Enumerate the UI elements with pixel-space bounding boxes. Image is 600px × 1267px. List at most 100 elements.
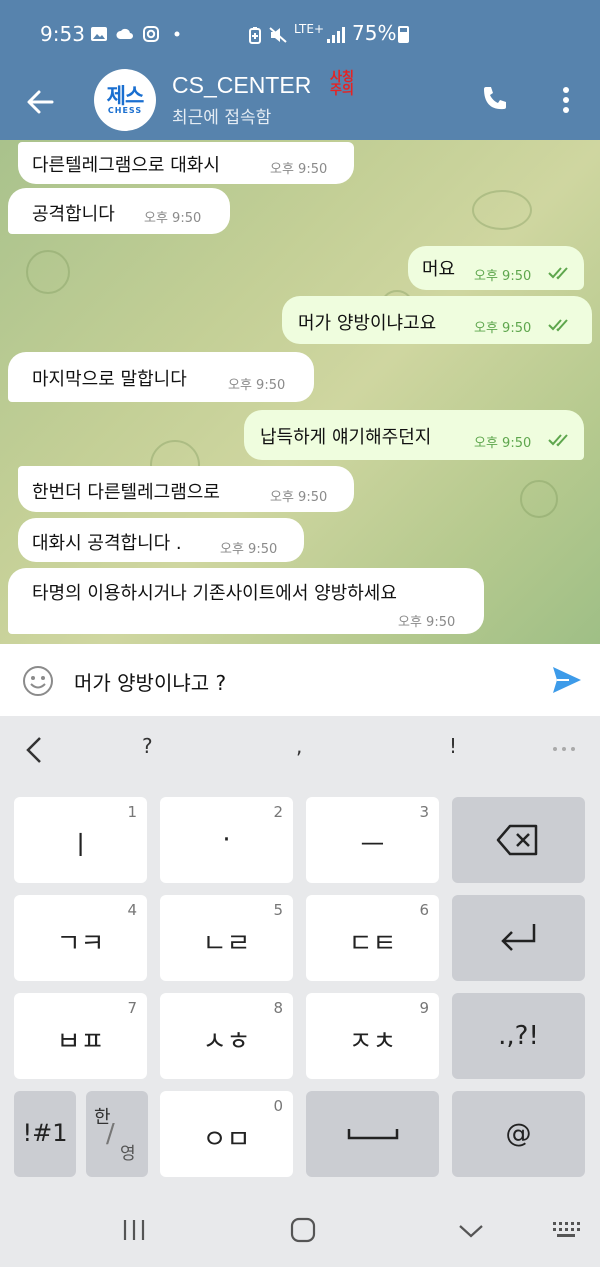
hide-keyboard-chevron-icon[interactable] [458, 1223, 484, 1239]
lang-slash: / [106, 1119, 115, 1149]
key-number: 4 [127, 901, 137, 919]
key-label: ㅣ [68, 831, 93, 861]
keyboard-switch-icon[interactable] [552, 1221, 580, 1239]
last-seen-status: 최근에 접속함 [172, 108, 272, 128]
message-text: 타명의 이용하시거나 기존사이트에서 양방하세요 [32, 583, 397, 604]
message-incoming[interactable]: 다른텔레그램으로 대화시 오후 9:50 [18, 142, 354, 184]
message-outgoing[interactable]: 머요 오후 9:50 [408, 246, 584, 290]
key-number: 8 [273, 999, 283, 1017]
key-label: ㅇㅁ [202, 1125, 251, 1155]
key-label: @ [505, 1119, 532, 1149]
key-label: ㅂㅍ [56, 1027, 105, 1057]
key-i[interactable]: 1 ㅣ [14, 797, 147, 883]
symbols-key[interactable]: !#1 [14, 1091, 76, 1177]
message-time: 오후 9:50 [474, 269, 532, 284]
gallery-icon [91, 27, 107, 41]
message-list[interactable]: 다른텔레그램으로 대화시 오후 9:50 공격합니다 오후 9:50 머요 오후… [0, 140, 600, 644]
read-double-check-icon [548, 434, 568, 447]
chevron-left-icon[interactable] [24, 736, 44, 764]
home-icon[interactable] [290, 1217, 316, 1243]
key-g-k[interactable]: 4 ㄱㅋ [14, 895, 147, 981]
message-text: 머가 양방이냐고요 [298, 313, 437, 334]
dot-icon [174, 31, 180, 37]
key-j-ch[interactable]: 9 ㅈㅊ [306, 993, 439, 1079]
space-key[interactable] [306, 1091, 439, 1177]
message-time: 오후 9:50 [474, 321, 532, 336]
battery-saver-icon [249, 27, 261, 44]
recent-apps-icon[interactable] [122, 1219, 146, 1241]
key-number: 7 [127, 999, 137, 1017]
message-incoming[interactable]: 한번더 다른텔레그램으로 오후 9:50 [18, 466, 354, 512]
chat-header: 제스 CHESS CS_CENTER 사칭주의 최근에 접속함 [0, 68, 600, 140]
message-outgoing[interactable]: 머가 양방이냐고요 오후 9:50 [282, 296, 592, 344]
key-n-r[interactable]: 5 ㄴㄹ [160, 895, 293, 981]
avatar[interactable]: 제스 CHESS [94, 69, 156, 131]
message-time: 오후 9:50 [220, 542, 278, 557]
message-time: 오후 9:50 [398, 615, 456, 630]
key-label: · [222, 825, 231, 855]
enter-key[interactable] [452, 895, 585, 981]
key-number: 1 [127, 803, 137, 821]
message-input[interactable]: 머가 양방이냐고 ? [74, 667, 226, 696]
key-number: 5 [273, 901, 283, 919]
message-incoming[interactable]: 공격합니다 오후 9:50 [8, 188, 230, 234]
backspace-key[interactable] [452, 797, 585, 883]
key-dot[interactable]: 2 · [160, 797, 293, 883]
emoji-smiley-icon[interactable] [22, 665, 54, 697]
message-text: 머요 [422, 259, 456, 280]
telegram-chat-screen: 9:53 LTE+ 75% 제스 CHESS CS_CENTER 사칭주의 최근… [0, 0, 600, 1267]
mute-icon [269, 27, 287, 43]
cloud-icon [116, 28, 133, 39]
keyboard-suggestion-bar: ? , ! [0, 716, 600, 786]
suggestion-comma[interactable]: , [296, 734, 302, 758]
battery-percent: 75% [352, 21, 397, 45]
suggestion-question[interactable]: ? [142, 734, 153, 758]
chat-title[interactable]: CS_CENTER [172, 72, 311, 99]
send-icon[interactable] [551, 665, 583, 695]
key-label: ㄱㅋ [56, 929, 105, 959]
suggestion-exclamation[interactable]: ! [449, 734, 457, 758]
message-incoming[interactable]: 대화시 공격합니다 . 오후 9:50 [18, 518, 304, 562]
system-navigation-bar [0, 1185, 600, 1267]
message-text: 대화시 공격합니다 . [32, 533, 182, 554]
status-time: 9:53 [40, 22, 85, 46]
more-options-icon[interactable] [554, 82, 578, 118]
key-label: ㅈㅊ [348, 1027, 397, 1057]
background-doodle [26, 250, 70, 294]
key-o-m[interactable]: 0 ㅇㅁ [160, 1091, 293, 1177]
phone-call-icon[interactable] [480, 84, 510, 114]
key-eu[interactable]: 3 ㅡ [306, 797, 439, 883]
key-number: 0 [273, 1097, 283, 1115]
message-composer: 머가 양방이냐고 ? [0, 644, 600, 716]
language-toggle-key[interactable]: 한 / 영 [86, 1091, 148, 1177]
space-icon [347, 1129, 399, 1140]
message-incoming[interactable]: 마지막으로 말합니다 오후 9:50 [8, 352, 314, 402]
key-b-p[interactable]: 7 ㅂㅍ [14, 993, 147, 1079]
message-incoming[interactable]: 타명의 이용하시거나 기존사이트에서 양방하세요 오후 9:50 [8, 568, 484, 634]
at-key[interactable]: @ [452, 1091, 585, 1177]
enter-icon [501, 924, 536, 951]
lang-english: 영 [120, 1144, 136, 1164]
key-label: .,?! [498, 1021, 539, 1051]
battery-icon [398, 26, 409, 43]
message-outgoing[interactable]: 납득하게 얘기해주던지 오후 9:50 [244, 410, 584, 460]
impersonation-warning-tag: 사칭주의 [330, 70, 354, 98]
punctuation-key[interactable]: .,?! [452, 993, 585, 1079]
back-arrow-icon[interactable] [22, 84, 58, 120]
message-time: 오후 9:50 [144, 211, 202, 226]
key-s-h[interactable]: 8 ㅅㅎ [160, 993, 293, 1079]
message-text: 납득하게 얘기해주던지 [260, 427, 432, 448]
key-label: ㄷㅌ [348, 929, 397, 959]
key-label: ㄴㄹ [202, 929, 251, 959]
instagram-icon [143, 26, 159, 42]
message-text: 한번더 다른텔레그램으로 [32, 482, 220, 503]
avatar-logo-subtext: CHESS [107, 106, 143, 115]
key-d-t[interactable]: 6 ㄷㅌ [306, 895, 439, 981]
key-label: ㅡ [360, 831, 385, 861]
message-time: 오후 9:50 [228, 378, 286, 393]
message-time: 오후 9:50 [270, 162, 328, 177]
key-number: 3 [419, 803, 429, 821]
more-suggestions-icon[interactable] [552, 746, 576, 752]
key-number: 2 [273, 803, 283, 821]
background-doodle [520, 480, 558, 518]
